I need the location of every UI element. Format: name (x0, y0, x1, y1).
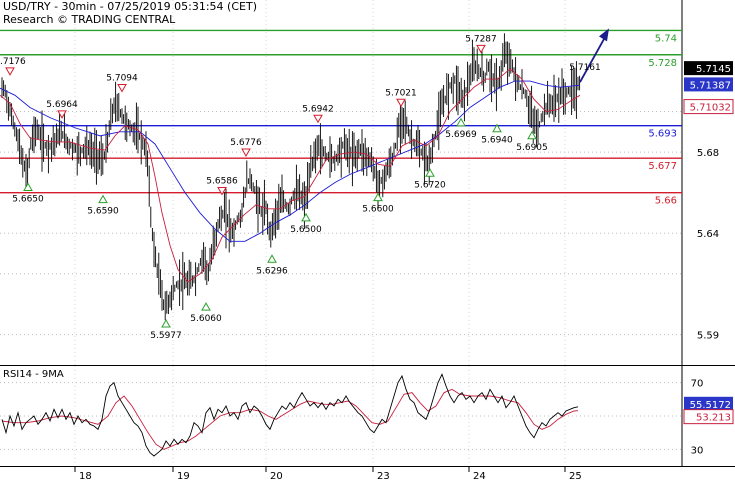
price-tag-label: 5.71032 (690, 103, 731, 114)
swing-high-marker (313, 114, 323, 124)
swing-high-label: 5.7094 (106, 73, 138, 83)
price-bars (1, 33, 581, 321)
swing-high-label: 5.6586 (206, 176, 238, 186)
swing-high-label: 5.7287 (465, 34, 497, 44)
time-tick-label: 25 (569, 471, 582, 480)
swing-low-label: 5.6969 (445, 130, 477, 140)
swing-low-marker (161, 318, 171, 328)
swing-low-label: 5.6600 (362, 205, 394, 215)
swing-low-marker (23, 182, 33, 191)
swing-low-marker (301, 212, 311, 222)
rsi-panel-label: RSI14 - 9MA (3, 369, 64, 380)
swing-high-label: 5.7176 (0, 57, 26, 67)
swing-low-marker (98, 194, 108, 204)
price-tag-label: 53.213 (696, 413, 731, 424)
swing-low-label: 5.6500 (290, 225, 322, 235)
rsi-tick-label: 30 (691, 445, 704, 456)
ma-fast-line (0, 68, 581, 283)
swing-low-marker (201, 302, 211, 311)
price-tick-label: 5.64 (697, 229, 719, 240)
swing-low-label: 5.6720 (414, 180, 446, 190)
swing-low-marker (267, 254, 277, 263)
rsi-tick-label: 70 (691, 379, 704, 390)
time-tick-label: 24 (473, 471, 486, 480)
level-label: 5.74 (655, 33, 677, 44)
swing-high-label: 5.6776 (230, 138, 262, 148)
level-label: 5.693 (648, 129, 677, 140)
swing-low-marker (456, 117, 466, 127)
level-label: 5.66 (655, 196, 677, 207)
swing-low-label: 5.5977 (150, 331, 182, 341)
swing-low-label: 5.6650 (12, 195, 44, 205)
swing-high-label: 5.6964 (46, 100, 78, 110)
chart-credit: Research © TRADING CENTRAL (3, 13, 176, 26)
level-label: 5.677 (648, 161, 677, 172)
chart-canvas: 5.59 5.64 5.68 5.74 5.728 5.693 5.677 5.66 5.717… (0, 0, 735, 480)
swing-high-marker (476, 44, 486, 54)
time-tick-label: 20 (270, 471, 283, 480)
forecast-arrow-line (579, 34, 607, 83)
swing-high-marker (117, 83, 127, 93)
swing-low-label: 5.6296 (256, 266, 288, 276)
swing-low-label: 5.6590 (87, 207, 119, 217)
rsi-line (1, 373, 579, 457)
time-tick-label: 19 (177, 471, 190, 480)
level-label: 5.728 (648, 58, 677, 69)
swing-high-marker (396, 98, 406, 108)
swing-high-label: 5.7021 (385, 88, 417, 98)
swing-low-label: 5.6940 (481, 136, 513, 146)
price-tick-label: 5.68 (697, 148, 719, 159)
price-tag-label: 5.71387 (690, 80, 731, 91)
time-tick-label: 18 (79, 471, 92, 480)
price-tag-label: 5.7145 (696, 64, 731, 75)
swing-low-marker (373, 192, 383, 202)
chart-title: USD/TRY - 30min - 07/25/2019 05:31:54 (C… (3, 0, 257, 13)
swing-low-label: 5.6905 (516, 143, 548, 153)
price-tick-label: 5.59 (697, 331, 719, 342)
rsi-ma-line (1, 388, 579, 450)
swing-low-label: 5.6060 (190, 314, 222, 324)
price-annotation-label: 5.7161 (569, 63, 601, 73)
swing-high-marker (5, 67, 15, 76)
time-tick-label: 23 (377, 471, 390, 480)
swing-high-label: 5.6942 (302, 104, 334, 114)
